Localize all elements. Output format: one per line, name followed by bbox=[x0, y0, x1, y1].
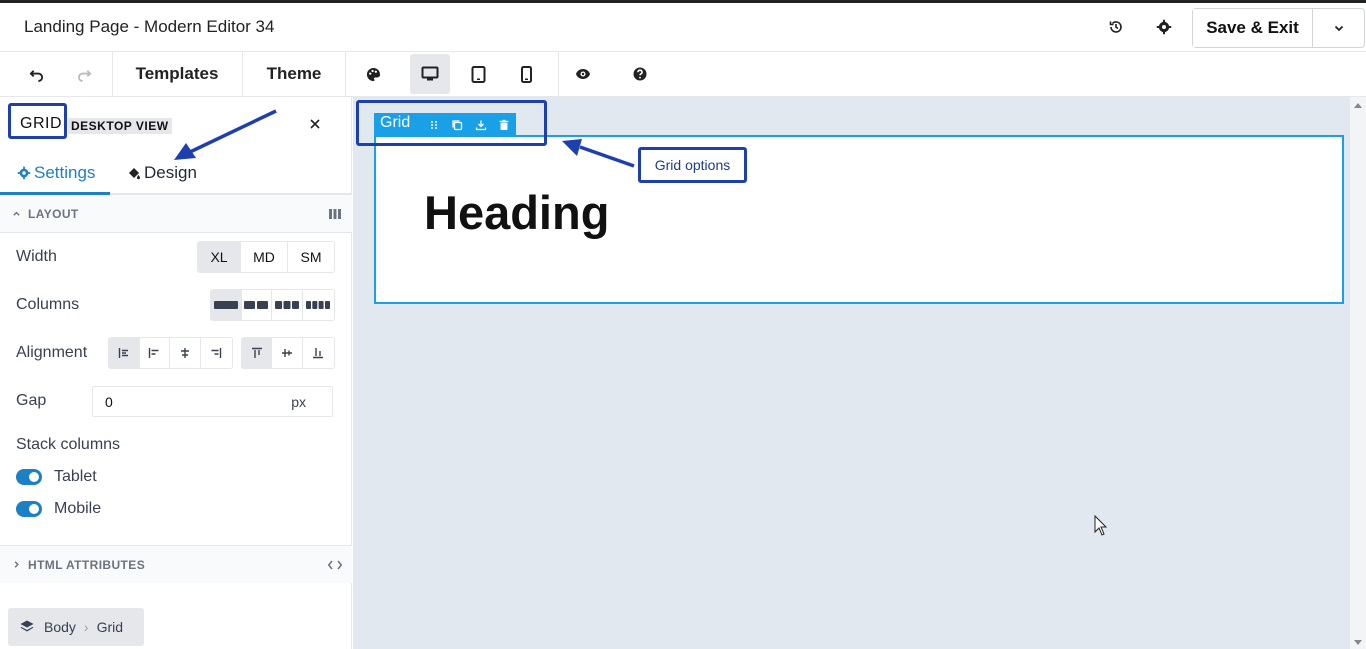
help-icon[interactable] bbox=[628, 52, 652, 96]
stack-columns-label: Stack columns bbox=[16, 436, 121, 453]
chevron-down-icon bbox=[1334, 25, 1343, 32]
code-icon bbox=[328, 560, 342, 569]
align-center-icon[interactable] bbox=[170, 338, 201, 368]
page-title: Landing Page - Modern Editor 34 bbox=[24, 17, 275, 36]
panel-tabs: Settings Design bbox=[0, 159, 352, 195]
columns-selector bbox=[210, 289, 335, 321]
width-sm-button[interactable]: SM bbox=[288, 242, 334, 272]
chevron-up-icon bbox=[13, 211, 20, 216]
heading-element[interactable]: Heading bbox=[424, 185, 609, 240]
tablet-view-icon[interactable] bbox=[464, 52, 492, 96]
gap-label: Gap bbox=[16, 392, 47, 409]
width-md-button[interactable]: MD bbox=[241, 242, 288, 272]
breadcrumb-separator-icon: › bbox=[83, 619, 89, 635]
gap-input[interactable]: 0 px bbox=[92, 386, 333, 417]
title-bar: Landing Page - Modern Editor 34 Save & E… bbox=[0, 3, 1366, 52]
stack-mobile-label: Mobile bbox=[54, 500, 102, 517]
tab-design[interactable]: Design bbox=[127, 163, 197, 183]
theme-button[interactable]: Theme bbox=[252, 52, 336, 96]
canvas-scrollbar[interactable] bbox=[1350, 97, 1366, 649]
columns-icon bbox=[329, 208, 341, 219]
annotation-grid-options-label: Grid options bbox=[638, 147, 747, 183]
close-icon[interactable] bbox=[306, 115, 324, 133]
paint-bucket-icon bbox=[129, 168, 140, 180]
align-bottom-icon[interactable] bbox=[302, 338, 334, 368]
desktop-view-icon[interactable] bbox=[410, 54, 450, 94]
html-attributes-section-header[interactable]: HTML ATTRIBUTES bbox=[0, 545, 352, 583]
columns-4-button[interactable] bbox=[302, 290, 334, 320]
align-middle-icon[interactable] bbox=[272, 338, 303, 368]
columns-3-button[interactable] bbox=[272, 290, 303, 320]
horizontal-alignment-selector bbox=[108, 337, 233, 369]
grid-element[interactable]: Heading bbox=[374, 135, 1344, 304]
save-options-dropdown[interactable] bbox=[1313, 9, 1364, 47]
columns-label: Columns bbox=[16, 296, 80, 313]
width-xl-button[interactable]: XL bbox=[198, 242, 241, 272]
templates-button[interactable]: Templates bbox=[122, 52, 232, 96]
annotation-grid-title-box bbox=[8, 103, 67, 139]
gap-value: 0 bbox=[105, 393, 113, 410]
scroll-down-icon bbox=[1354, 640, 1362, 645]
vertical-alignment-selector bbox=[241, 337, 335, 369]
alignment-label: Alignment bbox=[16, 344, 88, 361]
mobile-view-icon[interactable] bbox=[514, 52, 538, 96]
editor-toolbar: Templates Theme bbox=[0, 52, 1366, 97]
columns-2-button[interactable] bbox=[241, 290, 273, 320]
breadcrumb: Body › Grid bbox=[8, 608, 144, 646]
preview-eye-icon[interactable] bbox=[570, 52, 596, 96]
stack-tablet-label: Tablet bbox=[54, 468, 97, 485]
align-right-icon[interactable] bbox=[200, 338, 232, 368]
align-top-icon[interactable] bbox=[242, 338, 273, 368]
undo-icon[interactable] bbox=[24, 52, 48, 96]
layout-section-header[interactable]: LAYOUT bbox=[0, 195, 352, 233]
chevron-right-icon bbox=[14, 561, 19, 568]
width-selector: XL MD SM bbox=[197, 241, 335, 273]
breadcrumb-grid[interactable]: Grid bbox=[97, 619, 123, 635]
settings-panel: GRID DESKTOP VIEW Settings Design LAYOUT… bbox=[0, 97, 352, 649]
layers-icon bbox=[20, 620, 34, 632]
align-left-icon[interactable] bbox=[139, 338, 171, 368]
tab-design-label: Design bbox=[144, 163, 197, 182]
redo-icon[interactable] bbox=[72, 52, 96, 96]
annotation-grid-options-box bbox=[356, 100, 547, 146]
gap-unit: px bbox=[291, 394, 306, 410]
gear-icon bbox=[17, 166, 31, 180]
stack-tablet-toggle[interactable] bbox=[16, 469, 42, 485]
tab-settings[interactable]: Settings bbox=[17, 163, 95, 183]
tab-settings-label: Settings bbox=[34, 163, 96, 182]
stack-mobile-toggle[interactable] bbox=[16, 501, 42, 517]
html-attributes-label: HTML ATTRIBUTES bbox=[28, 557, 146, 572]
scroll-up-icon bbox=[1354, 103, 1362, 108]
save-exit-button[interactable]: Save & Exit bbox=[1193, 9, 1313, 47]
gear-icon[interactable] bbox=[1152, 15, 1176, 39]
history-icon[interactable] bbox=[1104, 15, 1128, 39]
view-badge: DESKTOP VIEW bbox=[68, 118, 172, 134]
columns-1-button[interactable] bbox=[211, 290, 242, 320]
align-start-icon[interactable] bbox=[109, 338, 140, 368]
save-exit-group: Save & Exit bbox=[1192, 8, 1365, 48]
palette-icon[interactable] bbox=[360, 52, 386, 96]
width-label: Width bbox=[16, 248, 57, 265]
layout-section-label: LAYOUT bbox=[28, 206, 79, 221]
breadcrumb-body[interactable]: Body bbox=[44, 619, 76, 635]
